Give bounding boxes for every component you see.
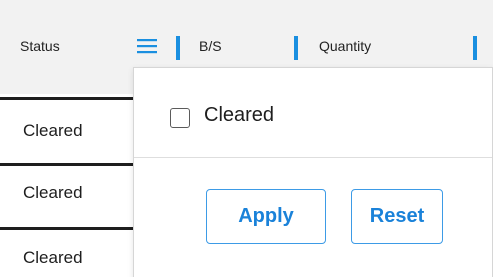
popup-divider (134, 157, 492, 158)
column-header-status[interactable]: Status (20, 38, 60, 54)
column-header-quantity[interactable]: Quantity (319, 38, 371, 54)
grid-view: Status B/S Quantity Cleared Cleared Clea… (0, 0, 493, 277)
row-divider (0, 163, 140, 166)
column-filter-popup: Cleared Apply Reset (133, 67, 493, 277)
apply-button[interactable]: Apply (206, 189, 326, 244)
column-header-bs[interactable]: B/S (199, 38, 222, 54)
cleared-checkbox[interactable] (170, 108, 190, 128)
cleared-checkbox-label[interactable]: Cleared (204, 104, 274, 127)
column-resize-handle[interactable] (176, 36, 180, 60)
hamburger-menu-icon[interactable] (137, 38, 157, 54)
table-cell-status: Cleared (23, 121, 83, 140)
row-divider (0, 227, 140, 230)
table-cell-status: Cleared (23, 183, 83, 202)
table-cell-status: Cleared (23, 248, 83, 267)
reset-button[interactable]: Reset (351, 189, 443, 244)
column-resize-handle[interactable] (294, 36, 298, 60)
column-resize-handle[interactable] (473, 36, 477, 60)
row-divider (0, 97, 140, 100)
